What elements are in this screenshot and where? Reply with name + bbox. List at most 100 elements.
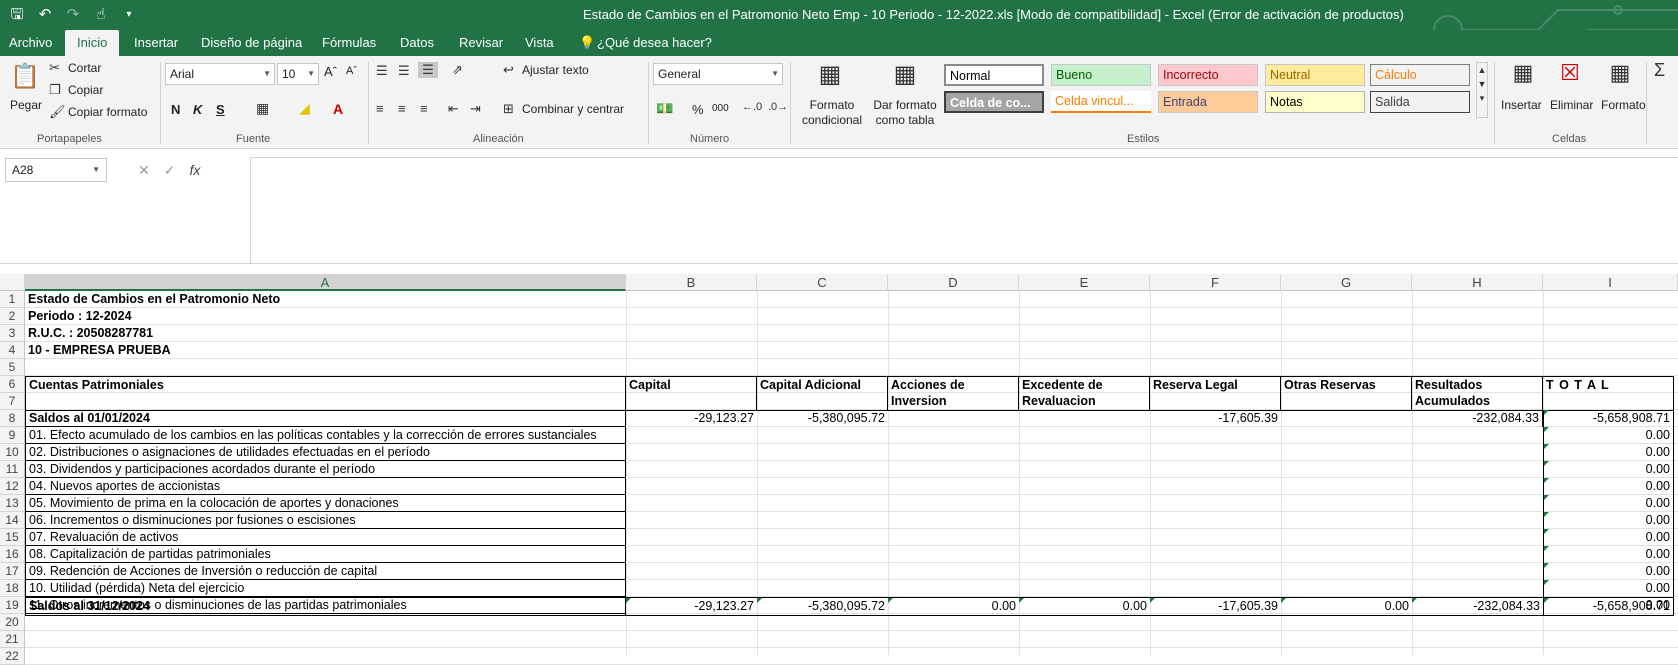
row-header[interactable]: 4: [0, 342, 25, 359]
align-left-icon[interactable]: ≡: [376, 101, 384, 116]
movement-label[interactable]: 06. Incrementos o disminuciones por fusi…: [25, 512, 626, 529]
conditional-format-line1[interactable]: Formato: [808, 98, 856, 112]
header-acciones-2[interactable]: Inversion: [888, 393, 1019, 410]
name-box[interactable]: A28 ▼: [5, 158, 107, 182]
wrap-text-button[interactable]: Ajustar texto: [522, 63, 589, 77]
movement-total[interactable]: 0.00: [1543, 580, 1674, 597]
save-icon[interactable]: 🖫: [6, 4, 28, 26]
tell-me-search[interactable]: ¿Qué desea hacer?: [597, 30, 712, 56]
movement-label[interactable]: 02. Distribuciones o asignaciones de uti…: [25, 444, 626, 461]
row-header[interactable]: 9: [0, 427, 25, 444]
copy-button[interactable]: Copiar: [68, 83, 103, 97]
row-header[interactable]: 1: [0, 291, 25, 308]
format-as-table-line1[interactable]: Dar formato: [872, 98, 938, 112]
tab-vista[interactable]: Vista: [525, 30, 554, 56]
format-cells-icon[interactable]: ▦: [1605, 60, 1635, 86]
font-name-select[interactable]: Arial ▼: [165, 63, 275, 85]
cut-button[interactable]: Cortar: [68, 61, 101, 75]
movement-total[interactable]: 0.00: [1543, 495, 1674, 512]
insert-cells-button[interactable]: Insertar: [1501, 98, 1542, 112]
header-otras-reservas[interactable]: Otras Reservas: [1281, 376, 1412, 410]
decrease-font-icon[interactable]: Aˇ: [346, 65, 357, 77]
row-header[interactable]: 7: [0, 393, 25, 410]
style-neutral[interactable]: Neutral: [1265, 64, 1365, 86]
tab-insertar[interactable]: Insertar: [134, 30, 178, 56]
conditional-format-line2[interactable]: condicional: [794, 113, 870, 127]
autosum-icon[interactable]: Σ: [1654, 60, 1665, 81]
header-excedente-2[interactable]: Revaluacion: [1019, 393, 1150, 410]
format-as-table-icon[interactable]: ▦: [890, 60, 920, 89]
opening-capital[interactable]: -29,123.27: [626, 410, 757, 427]
align-center-icon[interactable]: ≡: [398, 101, 406, 116]
formula-input[interactable]: [250, 157, 1678, 264]
format-as-table-line2[interactable]: como tabla: [872, 113, 938, 127]
row-header[interactable]: 10: [0, 444, 25, 461]
sheet-company[interactable]: 10 - EMPRESA PRUEBA: [25, 342, 625, 359]
movement-total[interactable]: 0.00: [1543, 529, 1674, 546]
sheet-period[interactable]: Periodo : 12-2024: [25, 308, 625, 325]
select-all-corner[interactable]: [0, 274, 25, 291]
style-calculo[interactable]: Cálculo: [1370, 64, 1470, 86]
merge-center-icon[interactable]: ⊞: [503, 101, 514, 117]
increase-decimal-icon[interactable]: ←.0: [742, 101, 762, 113]
paste-icon[interactable]: 📋: [10, 62, 40, 98]
movement-total[interactable]: 0.00: [1543, 427, 1674, 444]
tab-diseno-pagina[interactable]: Diseño de página: [201, 30, 302, 56]
movement-total[interactable]: 0.00: [1543, 546, 1674, 563]
font-size-select[interactable]: 10 ▼: [277, 63, 319, 85]
style-notas[interactable]: Notas: [1265, 91, 1365, 113]
tab-revisar[interactable]: Revisar: [459, 30, 503, 56]
percent-button[interactable]: %: [692, 102, 704, 117]
row-header[interactable]: 20: [0, 614, 25, 631]
style-incorrecto[interactable]: Incorrecto: [1158, 64, 1258, 86]
opening-total[interactable]: -5,658,908.71: [1543, 410, 1674, 427]
header-capital[interactable]: Capital: [626, 376, 757, 410]
closing-label[interactable]: Saldos al 31/12/2024: [25, 598, 626, 615]
closing-acciones[interactable]: 0.00: [888, 598, 1019, 615]
decrease-decimal-icon[interactable]: .0→: [768, 101, 788, 113]
column-header-c[interactable]: C: [757, 274, 888, 291]
row-header[interactable]: 22: [0, 648, 25, 665]
increase-font-icon[interactable]: Aˆ: [324, 64, 337, 79]
opening-capital-adicional[interactable]: -5,380,095.72: [757, 410, 888, 427]
row-header[interactable]: 2: [0, 308, 25, 325]
row-header[interactable]: 15: [0, 529, 25, 546]
redo-icon[interactable]: ↷: [62, 4, 84, 26]
align-middle-icon[interactable]: ☰: [398, 63, 410, 79]
touch-mode-icon[interactable]: ☝: [90, 4, 112, 26]
closing-total[interactable]: -5,658,908.71: [1543, 598, 1674, 615]
header-cuentas[interactable]: Cuentas Patrimoniales: [25, 376, 626, 410]
conditional-format-icon[interactable]: ▦: [815, 60, 845, 89]
movement-label[interactable]: 07. Revaluación de activos: [25, 529, 626, 546]
undo-icon[interactable]: ↶: [34, 4, 56, 26]
tell-me-icon[interactable]: 💡: [579, 30, 595, 56]
row-header[interactable]: 3: [0, 325, 25, 342]
align-right-icon[interactable]: ≡: [420, 101, 428, 116]
font-color-icon[interactable]: A: [333, 101, 343, 117]
closing-reserva-legal[interactable]: -17,605.39: [1150, 598, 1281, 615]
row-header[interactable]: 8: [0, 410, 25, 427]
decrease-indent-icon[interactable]: ⇤: [448, 101, 459, 117]
number-format-select[interactable]: General ▼: [653, 63, 783, 85]
header-resultados-2[interactable]: Acumulados: [1412, 393, 1543, 410]
header-capital-adicional[interactable]: Capital Adicional: [757, 376, 888, 410]
align-top-icon[interactable]: ☰: [376, 63, 388, 79]
header-total[interactable]: T O T A L: [1543, 376, 1674, 410]
column-header-h[interactable]: H: [1412, 274, 1543, 291]
closing-capital-adicional[interactable]: -5,380,095.72: [757, 598, 888, 615]
row-header[interactable]: 11: [0, 461, 25, 478]
styles-scroll-icon[interactable]: ▲ ▼ ▾: [1476, 62, 1488, 118]
header-acciones-1[interactable]: Acciones de: [888, 376, 1019, 393]
closing-resultados[interactable]: -232,084.33: [1412, 598, 1543, 615]
row-header[interactable]: 13: [0, 495, 25, 512]
style-entrada[interactable]: Entrada: [1158, 91, 1258, 113]
delete-cells-icon[interactable]: ☒: [1555, 60, 1585, 86]
row-header[interactable]: 5: [0, 359, 25, 376]
sheet-title[interactable]: Estado de Cambios en el Patromonio Neto: [25, 291, 625, 308]
accounting-format-icon[interactable]: 💵: [656, 100, 673, 117]
row-header[interactable]: 18: [0, 580, 25, 597]
cancel-icon[interactable]: ✕: [138, 158, 150, 182]
tab-inicio[interactable]: Inicio: [65, 30, 120, 56]
opening-resultados[interactable]: -232,084.33: [1412, 410, 1543, 427]
column-header-b[interactable]: B: [626, 274, 757, 291]
